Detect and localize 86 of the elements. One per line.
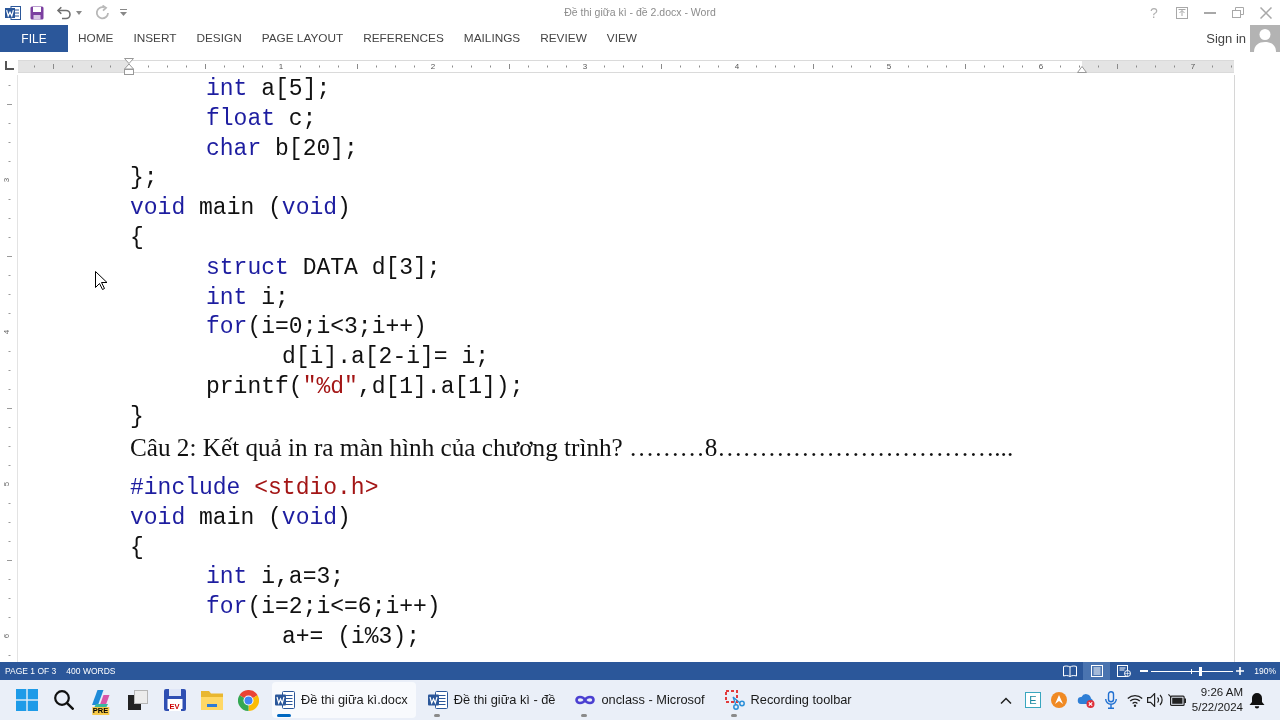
print-layout-button[interactable]	[1083, 662, 1111, 680]
code-line: void main (void)	[130, 194, 351, 224]
code-line: int i,a=3;	[206, 563, 345, 593]
task-view-icon	[127, 690, 148, 710]
input-language-button[interactable]: E	[1024, 692, 1041, 708]
code-line: int i;	[206, 283, 289, 313]
snipping-icon	[724, 690, 745, 710]
code-line: float c;	[206, 104, 317, 134]
running-indicator-icon	[730, 714, 737, 717]
word-count[interactable]: 400 WORDS	[66, 664, 116, 678]
bell-icon[interactable]	[1249, 691, 1265, 709]
zoom-slider-thumb[interactable]	[1198, 666, 1202, 676]
browser-icon	[238, 689, 259, 711]
ruler-number: 4	[734, 60, 740, 72]
ruler-number: 5	[886, 60, 892, 72]
window-title: Đề thi giữa kì - đề 2.docx - Word	[564, 4, 716, 20]
book-icon	[1062, 665, 1077, 677]
ribbon-tab[interactable]: REVIEW	[530, 25, 597, 52]
plus-icon[interactable]	[1236, 667, 1245, 675]
speaker-icon[interactable]	[1146, 693, 1164, 707]
code-line: void main (void)	[130, 503, 351, 533]
taskbar-window-button[interactable]: Đề thi giữa kì.docx	[272, 682, 416, 718]
indent-marker-icon[interactable]	[124, 57, 134, 75]
ribbon-tab[interactable]: INSERT	[123, 25, 187, 52]
code-line: {	[130, 224, 144, 253]
folder-icon	[200, 690, 223, 710]
search-icon	[53, 690, 74, 710]
infinity-icon	[575, 695, 596, 705]
ruler-number: 5	[3, 481, 12, 487]
save-icon[interactable]	[30, 5, 44, 20]
code-line: };	[130, 164, 158, 194]
document-icon	[275, 691, 295, 709]
file-tab[interactable]: FILE	[0, 25, 68, 52]
chevron-up-icon[interactable]	[999, 696, 1012, 704]
question-text: Câu 2: Kết quả in ra màn hình của chương trình? ………8……………………………...	[130, 432, 1014, 463]
ribbon-tab[interactable]: VIEW	[596, 25, 647, 52]
running-indicator-icon	[581, 714, 588, 717]
code-line: printf("%d",d[1].a[1]);	[206, 372, 524, 402]
microphone-icon[interactable]	[1104, 691, 1117, 709]
ribbon-tab[interactable]: PAGE LAYOUT	[251, 25, 354, 52]
ruler-number: 2	[430, 60, 436, 72]
taskbar-window-button[interactable]: Recording toolbar	[721, 682, 860, 718]
customize-caret-icon[interactable]	[120, 9, 127, 16]
ruler-number: 4	[3, 329, 12, 335]
code-line: }	[130, 402, 144, 432]
code-line: #include <stdio.h>	[130, 474, 379, 504]
code-line: for(i=2;i<=6;i++)	[206, 593, 441, 623]
code-line: for(i=0;i<3;i++)	[206, 313, 427, 343]
clock[interactable]: 9:26 AM 5/22/2024	[1191, 685, 1243, 715]
code-line: int a[5];	[206, 75, 331, 104]
ruler-number: 7	[1190, 60, 1196, 72]
page-count[interactable]: PAGE 1 OF 3	[5, 664, 57, 678]
wifi-icon[interactable]	[1126, 693, 1143, 707]
ribbon-tab[interactable]: HOME	[68, 25, 124, 52]
ruler-number: 3	[582, 60, 588, 72]
running-indicator-icon	[277, 714, 291, 717]
ribbon-tab[interactable]: MAILINGS	[453, 25, 531, 52]
code-line: a+= (i%3);	[282, 623, 421, 653]
ruler-number: 6	[3, 633, 12, 639]
code-line: char b[20];	[206, 134, 358, 164]
page-icon	[1090, 665, 1103, 677]
start-icon	[15, 689, 38, 711]
taskbar-window-button[interactable]: onclass - Microsof	[572, 682, 713, 718]
code-line: d[i].a[2-i]= i;	[282, 343, 490, 373]
ribbon-tab[interactable]: REFERENCES	[353, 25, 454, 52]
ruler-number: 6	[1038, 60, 1044, 72]
ruler-number: 3	[3, 177, 12, 183]
undo-icon[interactable]	[56, 5, 72, 20]
indent-marker-icon[interactable]	[1077, 65, 1087, 73]
ribbon-tab[interactable]: DESIGN	[186, 25, 252, 52]
minus-icon[interactable]	[1140, 670, 1149, 672]
cloud-error-icon[interactable]	[1076, 692, 1095, 708]
caret-icon[interactable]	[76, 10, 82, 15]
cursor-icon	[95, 271, 107, 290]
zoom-level[interactable]: 190%	[1254, 664, 1276, 678]
tab-stop-icon[interactable]	[4, 61, 14, 71]
ruler-number: 1	[278, 60, 284, 72]
taskbar-window-button[interactable]: Đề thi giữa kì - đề	[424, 682, 564, 718]
web-page-icon	[1116, 665, 1131, 677]
running-indicator-icon	[433, 714, 440, 717]
battery-icon[interactable]	[1167, 694, 1186, 706]
app-logo-icon	[5, 4, 21, 21]
sign-in-link[interactable]: Sign in	[1206, 28, 1246, 49]
code-line: struct DATA d[3];	[206, 253, 441, 283]
code-line: {	[130, 533, 144, 563]
document-icon	[427, 691, 448, 709]
